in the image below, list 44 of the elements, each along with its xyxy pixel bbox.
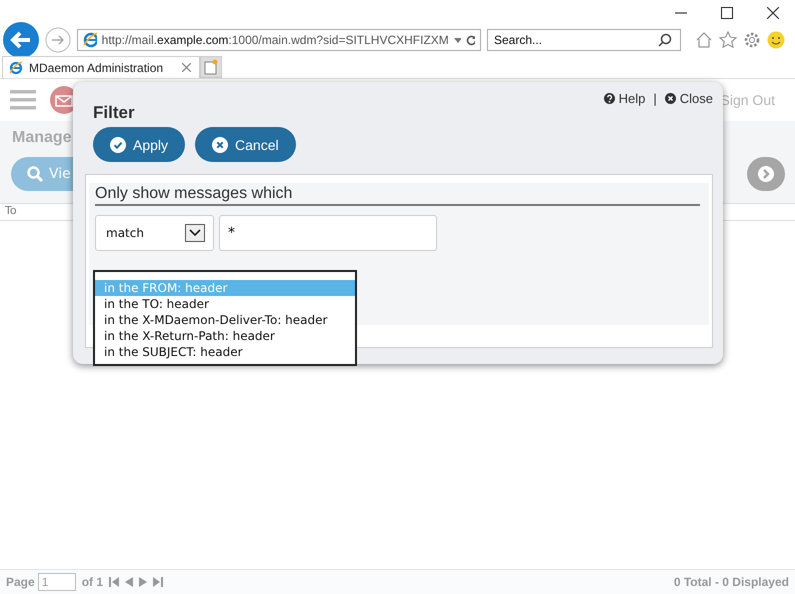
menu-icon[interactable]	[10, 89, 36, 111]
refresh-icon[interactable]	[466, 34, 476, 46]
smiley-icon[interactable]	[767, 31, 785, 49]
first-page-icon[interactable]	[109, 577, 120, 587]
settings-icon[interactable]	[743, 31, 761, 49]
pattern-input-field[interactable]: *	[219, 215, 437, 251]
search-field[interactable]: Search...	[487, 29, 681, 51]
close-link[interactable]: Close	[664, 91, 713, 106]
next-page-icon[interactable]	[139, 577, 148, 587]
section-heading: Only show messages which	[95, 185, 700, 206]
cancel-button[interactable]: Cancel	[195, 127, 296, 162]
dialog-title: Filter	[93, 103, 135, 123]
previous-page-icon[interactable]	[125, 577, 134, 587]
column-header[interactable]: To	[0, 204, 17, 220]
totals-text: 0 Total - 0 Displayed	[674, 575, 789, 589]
header-option[interactable]: in the TO: header	[95, 296, 355, 312]
maximize-icon[interactable]	[721, 7, 733, 19]
browser-logo-icon	[83, 32, 97, 48]
page-count: of 1	[82, 575, 104, 589]
x-circle-icon	[212, 136, 228, 152]
new-tab-icon[interactable]	[200, 56, 222, 78]
next-page-icon[interactable]	[747, 157, 785, 191]
last-page-icon[interactable]	[153, 577, 164, 587]
header-option[interactable]: in the X-MDaemon-Deliver-To: header	[95, 312, 355, 328]
dropdown-caret-icon[interactable]	[185, 224, 205, 242]
close-tab-icon[interactable]	[182, 63, 191, 72]
search-icon	[27, 166, 43, 182]
help-icon	[604, 93, 615, 104]
link-separator: |	[653, 91, 657, 106]
apply-button[interactable]: Apply	[93, 127, 186, 162]
check-circle-icon	[110, 136, 126, 152]
page-label: Page	[6, 575, 35, 589]
header-option[interactable]: in the SUBJECT: header	[95, 344, 355, 360]
star-icon[interactable]	[719, 31, 737, 49]
home-icon[interactable]	[695, 31, 713, 49]
condition-dropdown[interactable]: match	[95, 215, 214, 251]
help-link[interactable]: Help	[604, 91, 646, 106]
close-icon[interactable]	[767, 7, 779, 19]
browser-logo-icon	[9, 60, 23, 74]
address-bar[interactable]: http://mail.example.com:1000/main.wdm?sid=SITLHVCXHFIZXM	[77, 29, 481, 51]
browser-tab[interactable]: MDaemon Administration	[2, 56, 200, 78]
search-icon[interactable]	[658, 33, 672, 47]
close-icon	[664, 93, 676, 104]
header-option[interactable]: in the X-Return-Path: header	[95, 328, 355, 344]
